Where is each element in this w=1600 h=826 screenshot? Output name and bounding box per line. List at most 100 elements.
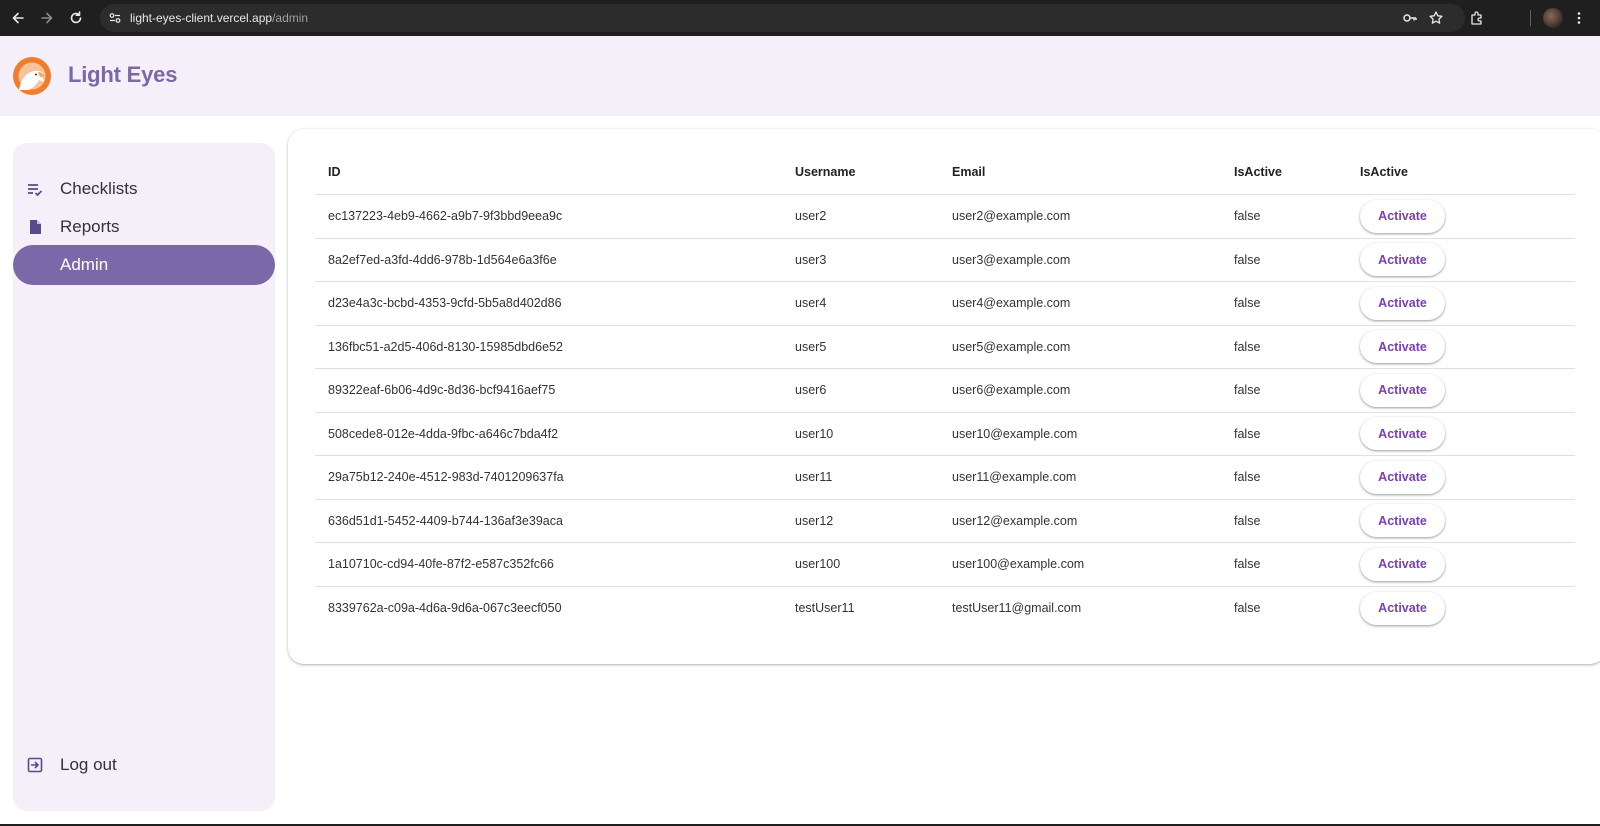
- cell-username: user12: [795, 513, 834, 528]
- cell-email: user2@example.com: [952, 209, 1071, 224]
- table-body: ec137223-4eb9-4662-a9b7-9f3bbd9eea9c user…: [315, 195, 1575, 630]
- cell-action: Activate: [1360, 239, 1445, 282]
- cell-id: 508cede8-012e-4dda-9fbc-a646c7bda4f2: [328, 426, 559, 441]
- column-header-username: Username: [795, 164, 856, 179]
- cell-id: d23e4a3c-bcbd-4353-9cfd-5b5a8d402d86: [328, 296, 562, 311]
- cell-email: user6@example.com: [952, 383, 1071, 398]
- cell-isactive: false: [1234, 296, 1261, 311]
- activate-button[interactable]: Activate: [1360, 504, 1445, 538]
- table-row: 8a2ef7ed-a3fd-4dd6-978b-1d564e6a3f6e user…: [315, 239, 1575, 282]
- table-header-row: ID Username Email IsActive IsActive: [315, 149, 1575, 195]
- column-header-action: IsActive: [1360, 164, 1408, 179]
- cell-email: user4@example.com: [952, 296, 1071, 311]
- cell-username: user5: [795, 339, 827, 354]
- column-header-email: Email: [952, 164, 986, 179]
- cell-email: user11@example.com: [952, 470, 1077, 485]
- activate-button[interactable]: Activate: [1360, 373, 1445, 407]
- cell-id: 29a75b12-240e-4512-983d-7401209637fa: [328, 470, 564, 485]
- activate-button[interactable]: Activate: [1360, 547, 1445, 581]
- cell-username: user10: [795, 426, 834, 441]
- column-header-isactive: IsActive: [1234, 164, 1282, 179]
- cell-isactive: false: [1234, 513, 1261, 528]
- cell-action: Activate: [1360, 543, 1445, 586]
- table-row: 89322eaf-6b06-4d9c-8d36-bcf9416aef75 user…: [315, 369, 1575, 413]
- document-icon: [30, 220, 41, 234]
- activate-button[interactable]: Activate: [1360, 199, 1445, 233]
- sidebar-item-label: Admin: [60, 255, 109, 274]
- cell-username: user4: [795, 296, 827, 311]
- users-table: ID Username Email IsActive IsActive ec13…: [315, 149, 1575, 630]
- extensions-icon[interactable]: [1467, 8, 1487, 28]
- cell-id: 8339762a-c09a-4d6a-9d6a-067c3eecf050: [328, 601, 562, 616]
- site-settings-icon[interactable]: [108, 11, 122, 25]
- cell-action: Activate: [1360, 500, 1445, 543]
- browser-toolbar: light-eyes-client.vercel.app/admin: [0, 0, 1600, 36]
- cell-username: user2: [795, 209, 827, 224]
- table-row: 1a10710c-cd94-40fe-87f2-e587c352fc66 user…: [315, 543, 1575, 587]
- activate-button[interactable]: Activate: [1360, 417, 1445, 451]
- cell-isactive: false: [1234, 601, 1261, 616]
- cell-isactive: false: [1234, 209, 1261, 224]
- table-row: ec137223-4eb9-4662-a9b7-9f3bbd9eea9c user…: [315, 195, 1575, 239]
- logout-button[interactable]: Log out: [13, 745, 275, 785]
- profile-avatar[interactable]: [1543, 8, 1563, 28]
- kebab-menu-icon[interactable]: [1569, 8, 1589, 28]
- activate-button[interactable]: Activate: [1360, 591, 1445, 625]
- cell-action: Activate: [1360, 282, 1445, 325]
- cell-isactive: false: [1234, 557, 1261, 572]
- cell-email: user100@example.com: [952, 557, 1085, 572]
- cell-id: 136fbc51-a2d5-406d-8130-15985dbd6e52: [328, 339, 563, 354]
- app-title[interactable]: Light Eyes: [68, 62, 177, 88]
- cell-username: user6: [795, 383, 827, 398]
- cell-isactive: false: [1234, 383, 1261, 398]
- address-bar[interactable]: light-eyes-client.vercel.app/admin: [100, 4, 1465, 32]
- cell-action: Activate: [1360, 369, 1445, 412]
- cell-isactive: false: [1234, 426, 1261, 441]
- cell-id: ec137223-4eb9-4662-a9b7-9f3bbd9eea9c: [328, 209, 563, 224]
- sidebar-item-reports[interactable]: Reports: [13, 207, 275, 247]
- checklist-icon: [28, 184, 43, 197]
- cell-action: Activate: [1360, 413, 1445, 456]
- cell-isactive: false: [1234, 470, 1261, 485]
- activate-button[interactable]: Activate: [1360, 243, 1445, 277]
- cell-email: user5@example.com: [952, 339, 1071, 354]
- cell-action: Activate: [1360, 195, 1445, 238]
- eagle-logo-icon: [13, 57, 51, 95]
- sidebar-item-checklists[interactable]: Checklists: [13, 169, 275, 209]
- cell-email: testUser11@gmail.com: [952, 601, 1082, 616]
- activate-button[interactable]: Activate: [1360, 460, 1445, 494]
- activate-button[interactable]: Activate: [1360, 330, 1445, 364]
- toolbar-divider: [1530, 10, 1531, 26]
- cell-id: 89322eaf-6b06-4d9c-8d36-bcf9416aef75: [328, 383, 556, 398]
- table-row: 508cede8-012e-4dda-9fbc-a646c7bda4f2 user…: [315, 413, 1575, 456]
- cell-email: user3@example.com: [952, 252, 1071, 267]
- table-row: 29a75b12-240e-4512-983d-7401209637fa user…: [315, 456, 1575, 500]
- table-row: d23e4a3c-bcbd-4353-9cfd-5b5a8d402d86 user…: [315, 282, 1575, 326]
- cell-action: Activate: [1360, 326, 1445, 369]
- cell-username: user3: [795, 252, 827, 267]
- cell-id: 636d51d1-5452-4409-b744-136af3e39aca: [328, 513, 563, 528]
- cell-email: user10@example.com: [952, 426, 1078, 441]
- sidebar-item-label: Reports: [60, 217, 120, 236]
- reload-icon[interactable]: [66, 8, 86, 28]
- cell-id: 1a10710c-cd94-40fe-87f2-e587c352fc66: [328, 557, 554, 572]
- column-header-id: ID: [328, 164, 341, 179]
- sidebar-item-admin[interactable]: Admin: [13, 245, 275, 285]
- activate-button[interactable]: Activate: [1360, 286, 1445, 320]
- cell-username: user100: [795, 557, 841, 572]
- star-icon[interactable]: [1426, 8, 1446, 28]
- table-row: 136fbc51-a2d5-406d-8130-15985dbd6e52 user…: [315, 326, 1575, 369]
- app-header: [0, 36, 1600, 116]
- table-row: 8339762a-c09a-4d6a-9d6a-067c3eecf050 test…: [315, 587, 1575, 631]
- table-row: 636d51d1-5452-4409-b744-136af3e39aca user…: [315, 500, 1575, 543]
- users-card: ID Username Email IsActive IsActive ec13…: [288, 129, 1600, 664]
- key-icon[interactable]: [1400, 8, 1420, 28]
- cell-action: Activate: [1360, 587, 1445, 631]
- logout-label: Log out: [60, 755, 117, 774]
- cell-email: user12@example.com: [952, 513, 1078, 528]
- back-arrow-icon[interactable]: [8, 8, 28, 28]
- cell-id: 8a2ef7ed-a3fd-4dd6-978b-1d564e6a3f6e: [328, 252, 557, 267]
- logout-icon: [27, 757, 43, 773]
- cell-isactive: false: [1234, 252, 1261, 267]
- forward-arrow-icon[interactable]: [37, 8, 57, 28]
